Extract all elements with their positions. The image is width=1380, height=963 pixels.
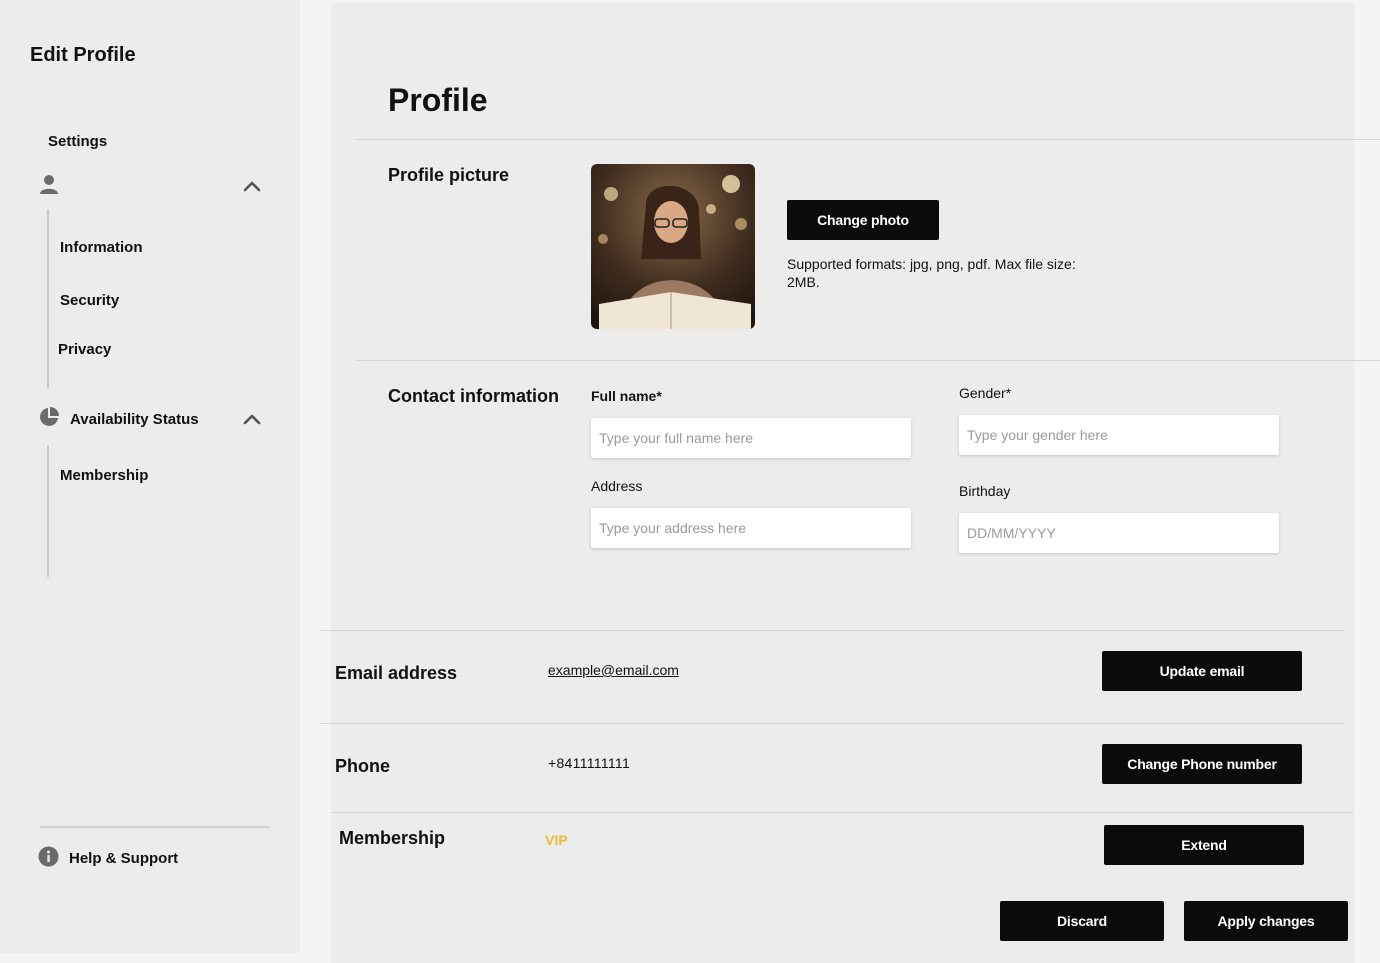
divider <box>331 812 1354 813</box>
divider <box>355 139 1380 140</box>
photo-format-hint: Supported formats: jpg, png, pdf. Max fi… <box>787 256 1076 290</box>
chevron-up-icon[interactable] <box>242 410 262 433</box>
sidebar-item-privacy[interactable]: Privacy <box>58 341 111 358</box>
availability-status-label: Availability Status <box>70 410 199 428</box>
user-icon <box>38 173 60 200</box>
info-icon <box>38 846 59 871</box>
divider <box>355 360 1380 361</box>
extend-button[interactable]: Extend <box>1104 825 1304 865</box>
profile-picture-label: Profile picture <box>388 165 510 185</box>
chevron-up-icon[interactable] <box>242 177 262 200</box>
main-panel <box>331 3 1354 963</box>
profile-photo <box>591 164 755 329</box>
divider <box>320 630 1344 631</box>
full-name-input[interactable] <box>591 418 911 458</box>
page-title: Profile <box>388 82 488 118</box>
availability-group-line <box>47 445 49 577</box>
membership-value: VIP <box>545 832 568 848</box>
sidebar: Edit Profile Settings Information Securi… <box>0 0 300 953</box>
sidebar-title: Edit Profile <box>30 44 136 66</box>
sidebar-item-security[interactable]: Security <box>60 292 119 309</box>
pie-chart-icon <box>38 406 60 433</box>
gender-input[interactable] <box>959 415 1279 455</box>
help-support-label: Help & Support <box>69 850 179 867</box>
full-name-label: Full name* <box>591 388 662 404</box>
membership-label: Membership <box>339 828 446 848</box>
profile-group-line <box>47 210 49 388</box>
sidebar-divider <box>40 826 270 828</box>
change-phone-button[interactable]: Change Phone number <box>1102 744 1302 784</box>
birthday-input[interactable] <box>959 513 1279 553</box>
birthday-label: Birthday <box>959 483 1011 499</box>
email-address-label: Email address <box>335 663 458 683</box>
settings-label: Settings <box>48 133 108 150</box>
gender-label: Gender* <box>959 385 1012 401</box>
divider <box>320 723 1344 724</box>
sidebar-item-information[interactable]: Information <box>60 239 143 256</box>
address-label: Address <box>591 478 643 494</box>
change-photo-button[interactable]: Change photo <box>787 200 939 240</box>
availability-group-toggle[interactable]: Availability Status <box>38 404 268 434</box>
address-input[interactable] <box>591 508 911 548</box>
sidebar-item-membership[interactable]: Membership <box>60 467 148 484</box>
apply-changes-button[interactable]: Apply changes <box>1184 901 1348 941</box>
phone-label: Phone <box>335 756 391 776</box>
discard-button[interactable]: Discard <box>1000 901 1164 941</box>
profile-group-toggle[interactable] <box>38 171 268 201</box>
contact-information-label: Contact information <box>388 386 559 406</box>
update-email-button[interactable]: Update email <box>1102 651 1302 691</box>
email-value[interactable]: example@email.com <box>548 662 679 678</box>
help-support-link[interactable]: Help & Support <box>38 846 178 871</box>
phone-value: +8411111111 <box>548 755 631 771</box>
